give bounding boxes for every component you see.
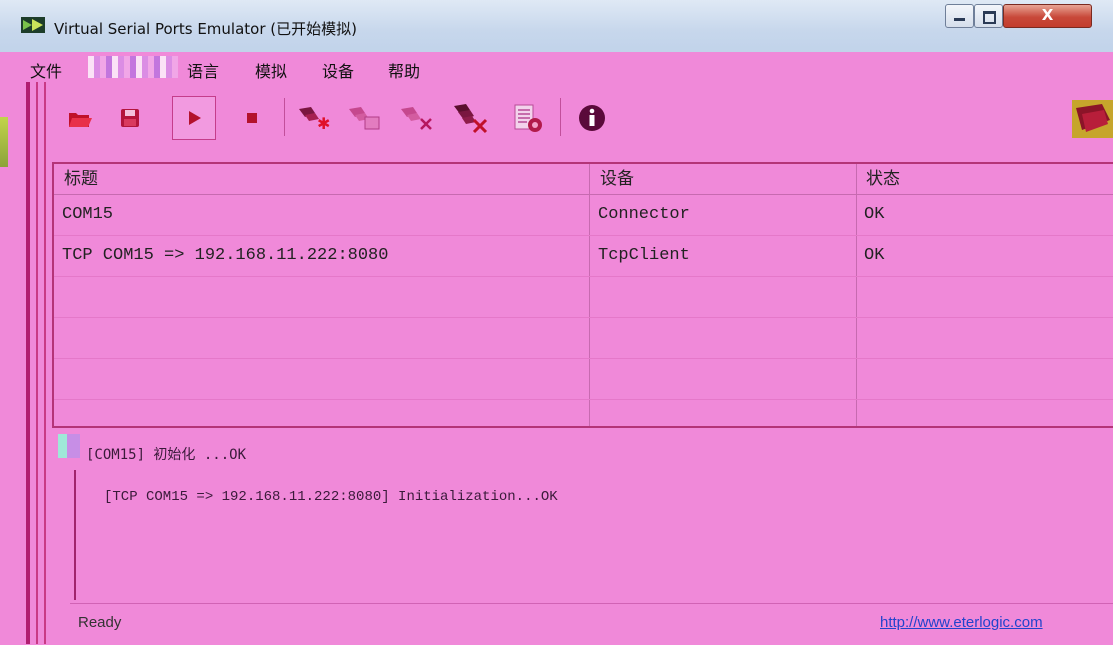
- menu-bar: 文件 语言 模拟 设备 帮助: [0, 52, 1113, 82]
- device-properties-button[interactable]: [342, 96, 386, 140]
- device-properties-icon: [349, 107, 380, 130]
- maximize-icon: [983, 11, 996, 24]
- frame-glitch-artifact: [0, 117, 8, 167]
- row-divider: [54, 276, 1113, 277]
- column-separator: [589, 164, 590, 426]
- status-bar: Ready http://www.eterlogic.com: [70, 603, 1113, 645]
- stop-button[interactable]: [230, 96, 274, 140]
- column-header-status[interactable]: 状态: [866, 166, 900, 192]
- minimize-icon: [954, 18, 965, 21]
- maximize-button[interactable]: [974, 4, 1003, 28]
- delete-device-icon: [401, 107, 432, 130]
- cell-title: COM15: [62, 205, 114, 224]
- row-divider: [54, 317, 1113, 318]
- svg-text:✱: ✱: [317, 114, 330, 133]
- left-frame: [0, 82, 48, 644]
- info-icon: [579, 105, 605, 131]
- close-icon: X: [1041, 6, 1054, 24]
- cell-status: OK: [864, 246, 885, 265]
- menu-language[interactable]: 语言: [187, 58, 219, 82]
- toolbar: ✱: [48, 82, 1113, 158]
- open-button[interactable]: [58, 96, 102, 140]
- logo-icon: [1072, 100, 1113, 138]
- toolbar-separator: [560, 98, 561, 136]
- cell-device: TcpClient: [598, 246, 690, 265]
- toolbar-separator: [284, 98, 285, 136]
- menu-simulation[interactable]: 模拟: [255, 58, 287, 82]
- column-header-device[interactable]: 设备: [600, 166, 634, 192]
- delete-all-devices-icon: [454, 104, 488, 134]
- menu-help[interactable]: 帮助: [388, 58, 420, 82]
- frame-line: [44, 82, 46, 644]
- app-icon: [20, 15, 46, 35]
- row-divider: [54, 358, 1113, 359]
- device-list-button[interactable]: [506, 96, 550, 140]
- new-device-icon: ✱: [299, 107, 330, 133]
- delete-all-devices-button[interactable]: [448, 96, 492, 140]
- menu-glitch-artifact: [88, 56, 178, 78]
- minimize-button[interactable]: [945, 4, 974, 28]
- frame-line: [36, 82, 38, 644]
- menu-device[interactable]: 设备: [322, 58, 354, 82]
- log-line: [TCP COM15 => 192.168.11.222:8080] Initi…: [104, 489, 558, 505]
- open-icon: [69, 113, 92, 127]
- row-divider: [54, 399, 1113, 400]
- play-icon: [189, 111, 201, 125]
- about-button[interactable]: [570, 96, 614, 140]
- log-inner-border: [74, 470, 76, 600]
- start-button[interactable]: [172, 96, 216, 140]
- log-glitch-artifact: [58, 434, 80, 458]
- device-list-icon: [514, 104, 542, 132]
- cell-device: Connector: [598, 205, 690, 224]
- close-button[interactable]: X: [1003, 4, 1092, 28]
- delete-device-button[interactable]: [394, 96, 438, 140]
- stop-icon: [247, 113, 257, 123]
- window-title: Virtual Serial Ports Emulator (已开始模拟): [54, 20, 357, 38]
- log-line: [COM15] 初始化 ...OK: [86, 447, 247, 463]
- eterlogic-logo: [1072, 96, 1113, 140]
- frame-line: [26, 82, 30, 644]
- log-panel[interactable]: [COM15] 初始化 ...OK [TCP COM15 => 192.168.…: [52, 426, 1113, 605]
- new-device-button[interactable]: ✱: [292, 96, 336, 140]
- table-header: 标题 设备 状态: [54, 164, 1113, 195]
- title-bar[interactable]: Virtual Serial Ports Emulator (已开始模拟) X: [0, 0, 1113, 53]
- save-icon: [121, 109, 139, 127]
- column-separator: [856, 164, 857, 426]
- column-header-title[interactable]: 标题: [64, 166, 98, 192]
- device-table: 标题 设备 状态 COM15 Connector OK TCP COM15 =>…: [52, 162, 1113, 426]
- save-button[interactable]: [108, 96, 152, 140]
- website-link[interactable]: http://www.eterlogic.com: [880, 614, 1043, 631]
- menu-file[interactable]: 文件: [30, 58, 62, 82]
- status-text: Ready: [78, 614, 122, 631]
- cell-status: OK: [864, 205, 885, 224]
- cell-title: TCP COM15 => 192.168.11.222:8080: [62, 246, 389, 265]
